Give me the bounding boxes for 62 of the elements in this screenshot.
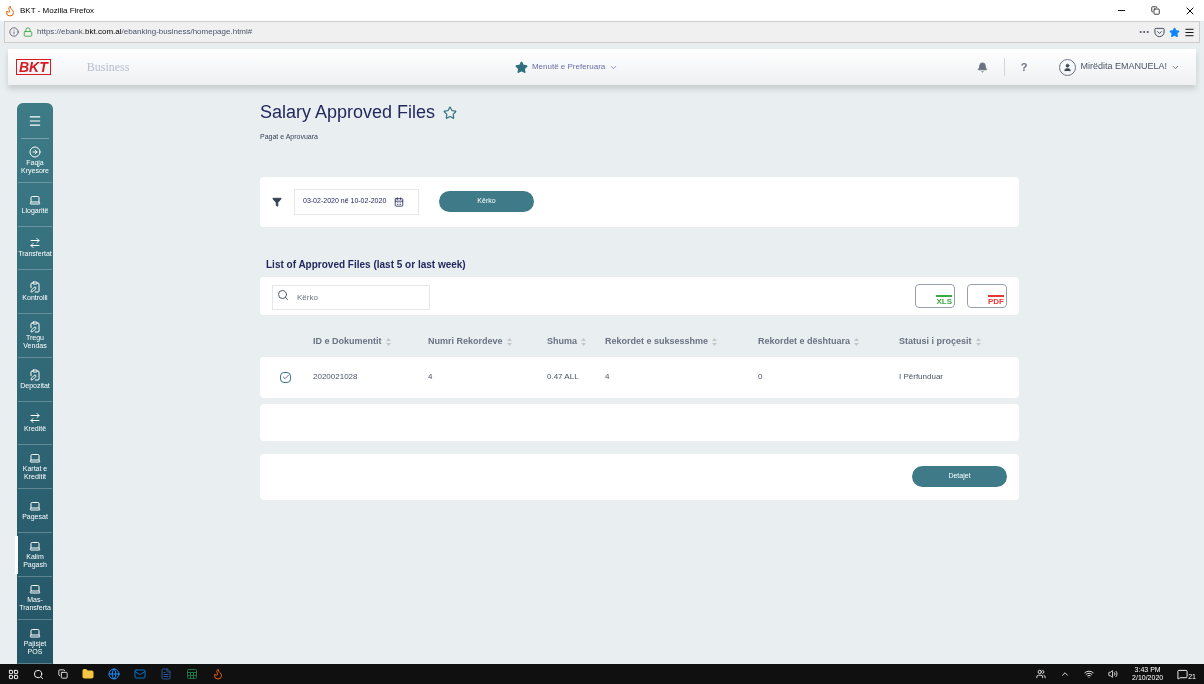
- transfer-icon: [29, 237, 41, 250]
- table-cell-text: 2020021028: [313, 371, 359, 383]
- search-icon: [277, 289, 289, 301]
- product-name: Business: [86, 59, 130, 76]
- menu-icon[interactable]: [1184, 26, 1195, 38]
- export-button[interactable]: PDF: [967, 283, 1007, 308]
- address-bar[interactable]: https://ebank.bkt.com.al/ebanking-business/homepage.html#: [4, 21, 1200, 43]
- info-icon[interactable]: [9, 27, 19, 37]
- spreadsheet-icon[interactable]: [186, 668, 198, 680]
- bookmark-star-icon[interactable]: [1169, 26, 1180, 38]
- logo: BKT: [16, 59, 51, 75]
- filter-icon: [272, 196, 282, 207]
- network-icon[interactable]: [1084, 669, 1095, 679]
- list-title: List of Approved Files (last 5 or last week): [266, 257, 467, 272]
- table-cell-text: I Përfunduar: [899, 371, 945, 383]
- lock-icon: [23, 27, 33, 37]
- volume-icon[interactable]: [1108, 669, 1119, 679]
- table-cell-text: 0: [758, 371, 764, 383]
- help-link[interactable]: ?: [1020, 58, 1028, 76]
- column-header[interactable]: Rekordet e suksesshme: [605, 334, 709, 349]
- clipboard-icon: [29, 320, 41, 333]
- laptop-icon: [29, 539, 41, 552]
- column-header[interactable]: Statusi i proçesit: [899, 334, 972, 349]
- search-field[interactable]: Kërko: [272, 285, 430, 310]
- column-header[interactable]: Shuma: [547, 334, 577, 349]
- table-cell-text: 4: [428, 371, 434, 383]
- table-cell-text: 0.47 ALL: [547, 371, 580, 383]
- transfer-icon: [29, 412, 41, 425]
- caret-icon[interactable]: [1060, 669, 1071, 679]
- user-menu[interactable]: Mirëdita EMANUELA!: [1059, 58, 1180, 76]
- clipboard-icon: [29, 281, 41, 294]
- laptop-icon: [29, 499, 41, 512]
- column-header[interactable]: Rekordet e dështuara: [758, 334, 851, 349]
- laptop-icon: [29, 627, 41, 640]
- column-header[interactable]: ID e Dokumentit: [313, 334, 382, 349]
- calendar-icon[interactable]: [394, 196, 405, 207]
- clipboard-icon: [29, 368, 41, 381]
- task-view-icon[interactable]: [58, 669, 68, 679]
- export-button[interactable]: XLS: [915, 283, 955, 308]
- table-cell-text: 4: [605, 371, 611, 383]
- search-icon[interactable]: [33, 668, 44, 680]
- url-text[interactable]: https://ebank.bkt.com.al/ebanking-business/homepage.html#: [37, 26, 253, 38]
- restore-icon[interactable]: [1151, 6, 1160, 15]
- page-title: Salary Approved Files: [260, 101, 436, 124]
- row-checkbox[interactable]: [280, 371, 291, 383]
- browser-icon[interactable]: [108, 668, 120, 680]
- window-title: BKT - Mozilla Firefox: [20, 4, 95, 17]
- favorites-menu[interactable]: Menutë e Preferuara: [514, 60, 619, 74]
- notification-bell-icon[interactable]: [976, 61, 988, 73]
- column-header[interactable]: Numri Rekordeve: [428, 334, 503, 349]
- favorite-star-icon[interactable]: [443, 105, 458, 120]
- pocket-icon[interactable]: [1154, 26, 1165, 38]
- mail-icon[interactable]: [134, 668, 146, 680]
- star-icon: [514, 60, 528, 74]
- table-row[interactable]: 2020021028 4 0.47 ALL 4 0 I Përfunduar: [260, 356, 1019, 398]
- laptop-icon: [29, 193, 41, 206]
- people-icon[interactable]: [1036, 669, 1047, 679]
- folder-icon[interactable]: [82, 668, 94, 680]
- start-icon[interactable]: [8, 668, 19, 680]
- laptop-icon: [29, 452, 41, 465]
- laptop-icon: [29, 583, 41, 596]
- document-icon[interactable]: [160, 668, 172, 680]
